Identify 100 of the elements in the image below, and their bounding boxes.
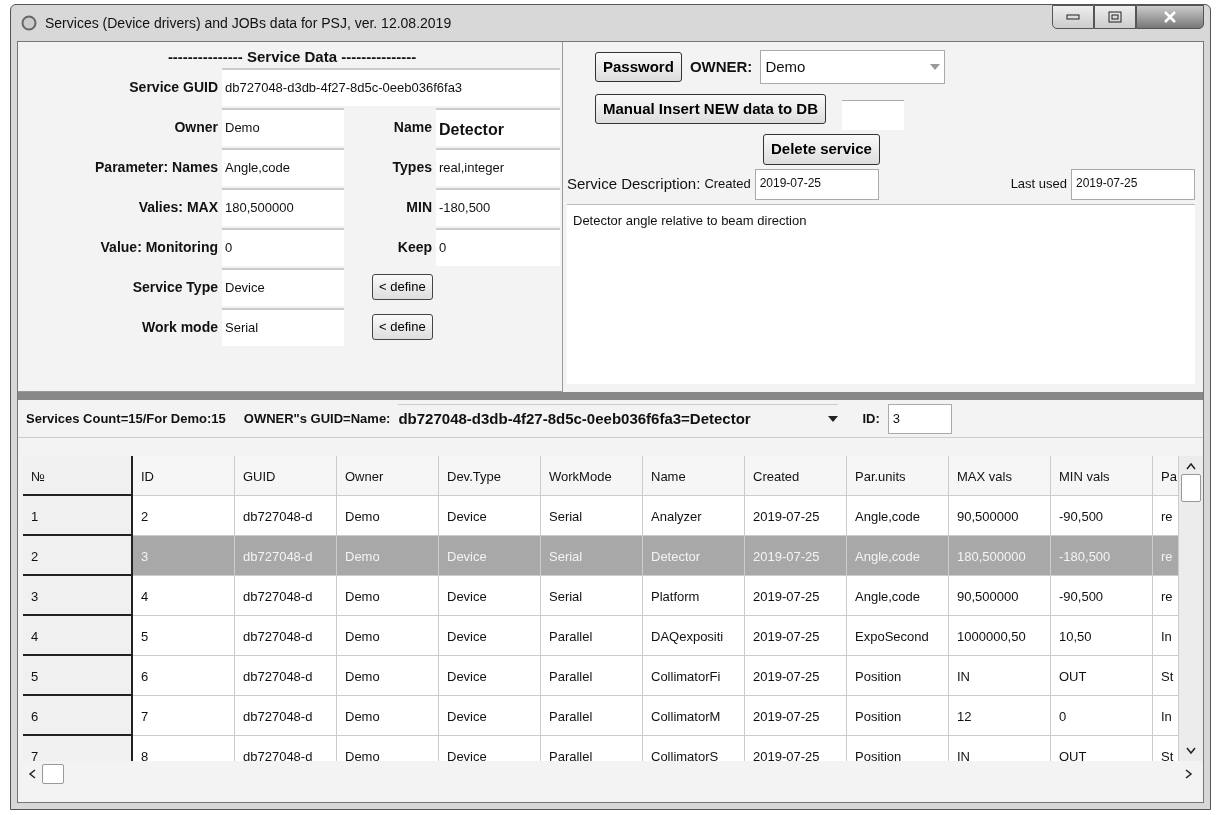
row-header[interactable]: 3 — [23, 576, 133, 616]
table-cell: 5 — [133, 616, 235, 656]
table-cell: db727048-d — [235, 736, 337, 761]
table-cell: 2019-07-25 — [745, 496, 847, 536]
text-field[interactable]: 0 — [222, 228, 344, 266]
insert-button[interactable]: Manual Insert NEW data to DB — [595, 93, 827, 125]
text-field[interactable]: Detector — [436, 108, 560, 146]
owner-label: OWNER: — [689, 56, 753, 77]
text-field[interactable]: -180,500 — [436, 188, 560, 226]
table-cell: Device — [439, 656, 541, 696]
define-button[interactable]: < define — [372, 314, 433, 340]
text-field[interactable]: 180,500000 — [222, 188, 344, 226]
row-header[interactable]: 1 — [23, 496, 133, 536]
row-header[interactable]: 5 — [23, 656, 133, 696]
blank-field[interactable] — [842, 100, 905, 130]
column-header[interactable]: MIN vals — [1051, 456, 1153, 496]
table-cell: re — [1153, 536, 1179, 576]
scrollbar-thumb[interactable] — [1181, 474, 1201, 502]
table-cell: Demo — [337, 736, 439, 761]
table-cell: Detector — [643, 536, 745, 576]
table-cell: Device — [439, 496, 541, 536]
date-field[interactable]: 2019-07-25 — [1071, 168, 1195, 200]
table-cell: Demo — [337, 536, 439, 576]
row-header[interactable]: 6 — [23, 696, 133, 736]
row-header[interactable]: 4 — [23, 616, 133, 656]
maximize-icon — [1108, 11, 1122, 23]
column-header[interactable]: GUID — [235, 456, 337, 496]
app-icon — [21, 15, 37, 31]
column-header[interactable]: Created — [745, 456, 847, 496]
scroll-right-icon[interactable] — [1185, 769, 1193, 779]
last-used-label: Last used — [1010, 175, 1067, 194]
scroll-up-icon[interactable] — [1186, 462, 1196, 470]
column-header[interactable]: MAX vals — [949, 456, 1051, 496]
table-cell: Demo — [337, 616, 439, 656]
table-cell: 2019-07-25 — [745, 696, 847, 736]
minimize-button[interactable] — [1052, 5, 1094, 29]
column-header[interactable]: № — [23, 456, 133, 496]
field-label: Value: Monitoring — [99, 237, 218, 257]
column-header[interactable]: ID — [133, 456, 235, 496]
table-cell: db727048-d — [235, 536, 337, 576]
text-field[interactable]: Angle,code — [222, 148, 344, 186]
minimize-icon — [1066, 14, 1080, 20]
table-cell: CollimatorM — [643, 696, 745, 736]
table-cell: Parallel — [541, 736, 643, 761]
table-cell: Platform — [643, 576, 745, 616]
text-field[interactable]: Demo — [222, 108, 344, 146]
table-cell: re — [1153, 496, 1179, 536]
close-button[interactable] — [1136, 5, 1204, 29]
table-cell: Angle,code — [847, 536, 949, 576]
field-label: Types — [391, 157, 432, 177]
table-cell: Demo — [337, 576, 439, 616]
table-cell: 12 — [949, 696, 1051, 736]
table-cell: 180,500000 — [949, 536, 1051, 576]
table-cell: 3 — [133, 536, 235, 576]
column-header[interactable]: Pa — [1153, 456, 1179, 496]
password-button[interactable]: Password — [595, 51, 682, 83]
column-header[interactable]: Par.units — [847, 456, 949, 496]
table-cell: Parallel — [541, 696, 643, 736]
column-header[interactable]: Dev.Type — [439, 456, 541, 496]
field-label: Keep — [396, 237, 432, 257]
maximize-button[interactable] — [1094, 5, 1136, 29]
field-label: Owner — [173, 117, 218, 137]
scroll-left-icon[interactable] — [28, 769, 36, 779]
table-cell: ExpoSecond — [847, 616, 949, 656]
scroll-down-icon[interactable] — [1186, 747, 1196, 755]
table-cell: Parallel — [541, 656, 643, 696]
table-cell: In — [1153, 616, 1179, 656]
table-cell: CollimatorFi — [643, 656, 745, 696]
table-cell: Position — [847, 696, 949, 736]
table-cell: 4 — [133, 576, 235, 616]
text-field[interactable]: 0 — [436, 228, 560, 266]
field-label: MIN — [405, 197, 432, 217]
define-button[interactable]: < define — [372, 274, 433, 300]
table-cell: IN — [949, 736, 1051, 761]
description-text[interactable]: Detector angle relative to beam direction — [567, 203, 1195, 384]
column-header[interactable]: WorkMode — [541, 456, 643, 496]
guid-label: OWNER"s GUID=Name: — [243, 409, 391, 428]
date-field[interactable]: 2019-07-25 — [754, 168, 879, 200]
table-cell: db727048-d — [235, 656, 337, 696]
row-header[interactable]: 2 — [23, 536, 133, 576]
field-label: Valies: MAX — [137, 197, 218, 217]
vertical-scrollbar[interactable] — [1179, 456, 1203, 761]
text-field[interactable]: Device — [222, 268, 344, 306]
scrollbar-thumb[interactable] — [42, 764, 64, 784]
text-field[interactable]: real,integer — [436, 148, 560, 186]
column-header[interactable]: Owner — [337, 456, 439, 496]
table-cell: 2019-07-25 — [745, 536, 847, 576]
table-cell: St — [1153, 656, 1179, 696]
table-cell: Device — [439, 736, 541, 761]
table-cell: 0 — [1051, 696, 1153, 736]
guid-field[interactable]: db727048-d3db-4f27-8d5c-0eeb036f6fa3 — [222, 68, 560, 106]
table-cell: In — [1153, 696, 1179, 736]
id-field[interactable]: 3 — [887, 403, 952, 434]
owner-dropdown[interactable]: Demo — [760, 50, 946, 84]
delete-button[interactable]: Delete service — [763, 134, 880, 165]
text-field[interactable]: Serial — [222, 308, 344, 346]
services-count: Services Count=15/For Demo:15 — [26, 409, 226, 428]
table-cell: Device — [439, 536, 541, 576]
column-header[interactable]: Name — [643, 456, 745, 496]
table-cell: 2019-07-25 — [745, 616, 847, 656]
